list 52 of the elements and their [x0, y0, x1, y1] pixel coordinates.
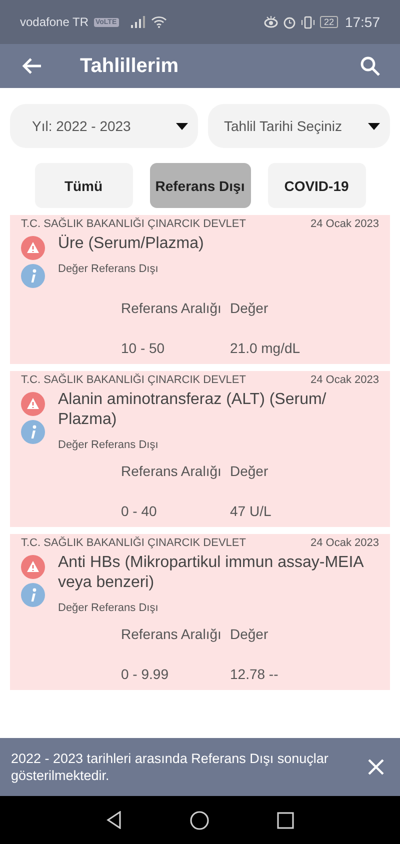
result-status: Değer Referans Dışı	[58, 439, 160, 451]
dropdown-value: Yıl: 2022 - 2023	[32, 118, 131, 134]
filter-tab[interactable]: Tümü	[34, 163, 132, 208]
back-icon[interactable]	[22, 57, 42, 75]
hospital-name: T.C. SAĞLIK BAKANLIĞI ÇINARCIK DEVLET	[21, 374, 246, 386]
reference-range: 0 - 40	[121, 503, 157, 519]
hospital-name: T.C. SAĞLIK BAKANLIĞI ÇINARCIK DEVLET	[21, 218, 246, 230]
result-value: 12.78 --	[230, 666, 278, 682]
battery-indicator: 22	[320, 16, 338, 28]
filter-tab[interactable]: Referans Dışı	[150, 163, 250, 208]
caret-icon	[176, 122, 188, 130]
result-date: 24 Ocak 2023	[310, 218, 379, 230]
column-label: Referans Aralığı	[121, 463, 222, 479]
filter-tab[interactable]: COVID-19	[268, 163, 366, 208]
reference-range: 0 - 9.99	[121, 666, 168, 682]
warning-icon	[21, 236, 45, 260]
caret-icon	[368, 122, 380, 130]
reference-range: 10 - 50	[121, 340, 165, 356]
carrier-name: vodafone TR	[20, 15, 88, 29]
column-label: Değer	[230, 463, 268, 479]
dropdown[interactable]: Tahlil Tarihi Seçiniz	[208, 104, 390, 148]
result-date: 24 Ocak 2023	[310, 537, 379, 549]
test-name: Alanin aminotransferaz (ALT) (Serum/ Plazma)	[58, 390, 328, 430]
signal-icon	[130, 16, 146, 28]
wifi-icon	[150, 16, 167, 28]
column-label: Değer	[230, 626, 268, 642]
screen-title: Tahlillerim	[80, 54, 180, 78]
clock-time: 17:57	[344, 14, 380, 30]
result-date: 24 Ocak 2023	[310, 374, 379, 386]
warning-icon	[21, 555, 45, 579]
vibrate-icon	[300, 16, 315, 28]
result-status: Değer Referans Dışı	[58, 602, 160, 614]
result-value: 47 U/L	[230, 503, 272, 519]
close-icon[interactable]	[368, 759, 384, 775]
result-value: 21.0 mg/dL	[230, 340, 300, 356]
column-label: Referans Aralığı	[121, 300, 222, 316]
back-nav-icon[interactable]	[106, 811, 122, 829]
dropdown-value: Tahlil Tarihi Seçiniz	[224, 118, 342, 134]
result-status: Değer Referans Dışı	[58, 263, 160, 275]
recents-icon[interactable]	[277, 812, 294, 828]
alarm-icon	[282, 16, 296, 28]
eye-icon	[264, 16, 278, 28]
test-name: Anti HBs (Mikropartikul immun assay-MEIA veya benzeri)	[58, 553, 365, 593]
column-label: Referans Aralığı	[121, 626, 222, 642]
dropdown[interactable]: Yıl: 2022 - 2023	[10, 104, 198, 148]
column-label: Değer	[230, 300, 268, 316]
snackbar-message: 2022 - 2023 tarihleri arasında Referans Dışı sonuçlar gösterilmektedir.	[11, 750, 330, 784]
home-icon[interactable]	[190, 810, 209, 830]
test-name: Üre (Serum/Plazma)	[58, 234, 205, 254]
hospital-name: T.C. SAĞLIK BAKANLIĞI ÇINARCIK DEVLET	[21, 537, 246, 549]
warning-icon	[21, 392, 45, 416]
search-icon[interactable]	[360, 56, 380, 76]
